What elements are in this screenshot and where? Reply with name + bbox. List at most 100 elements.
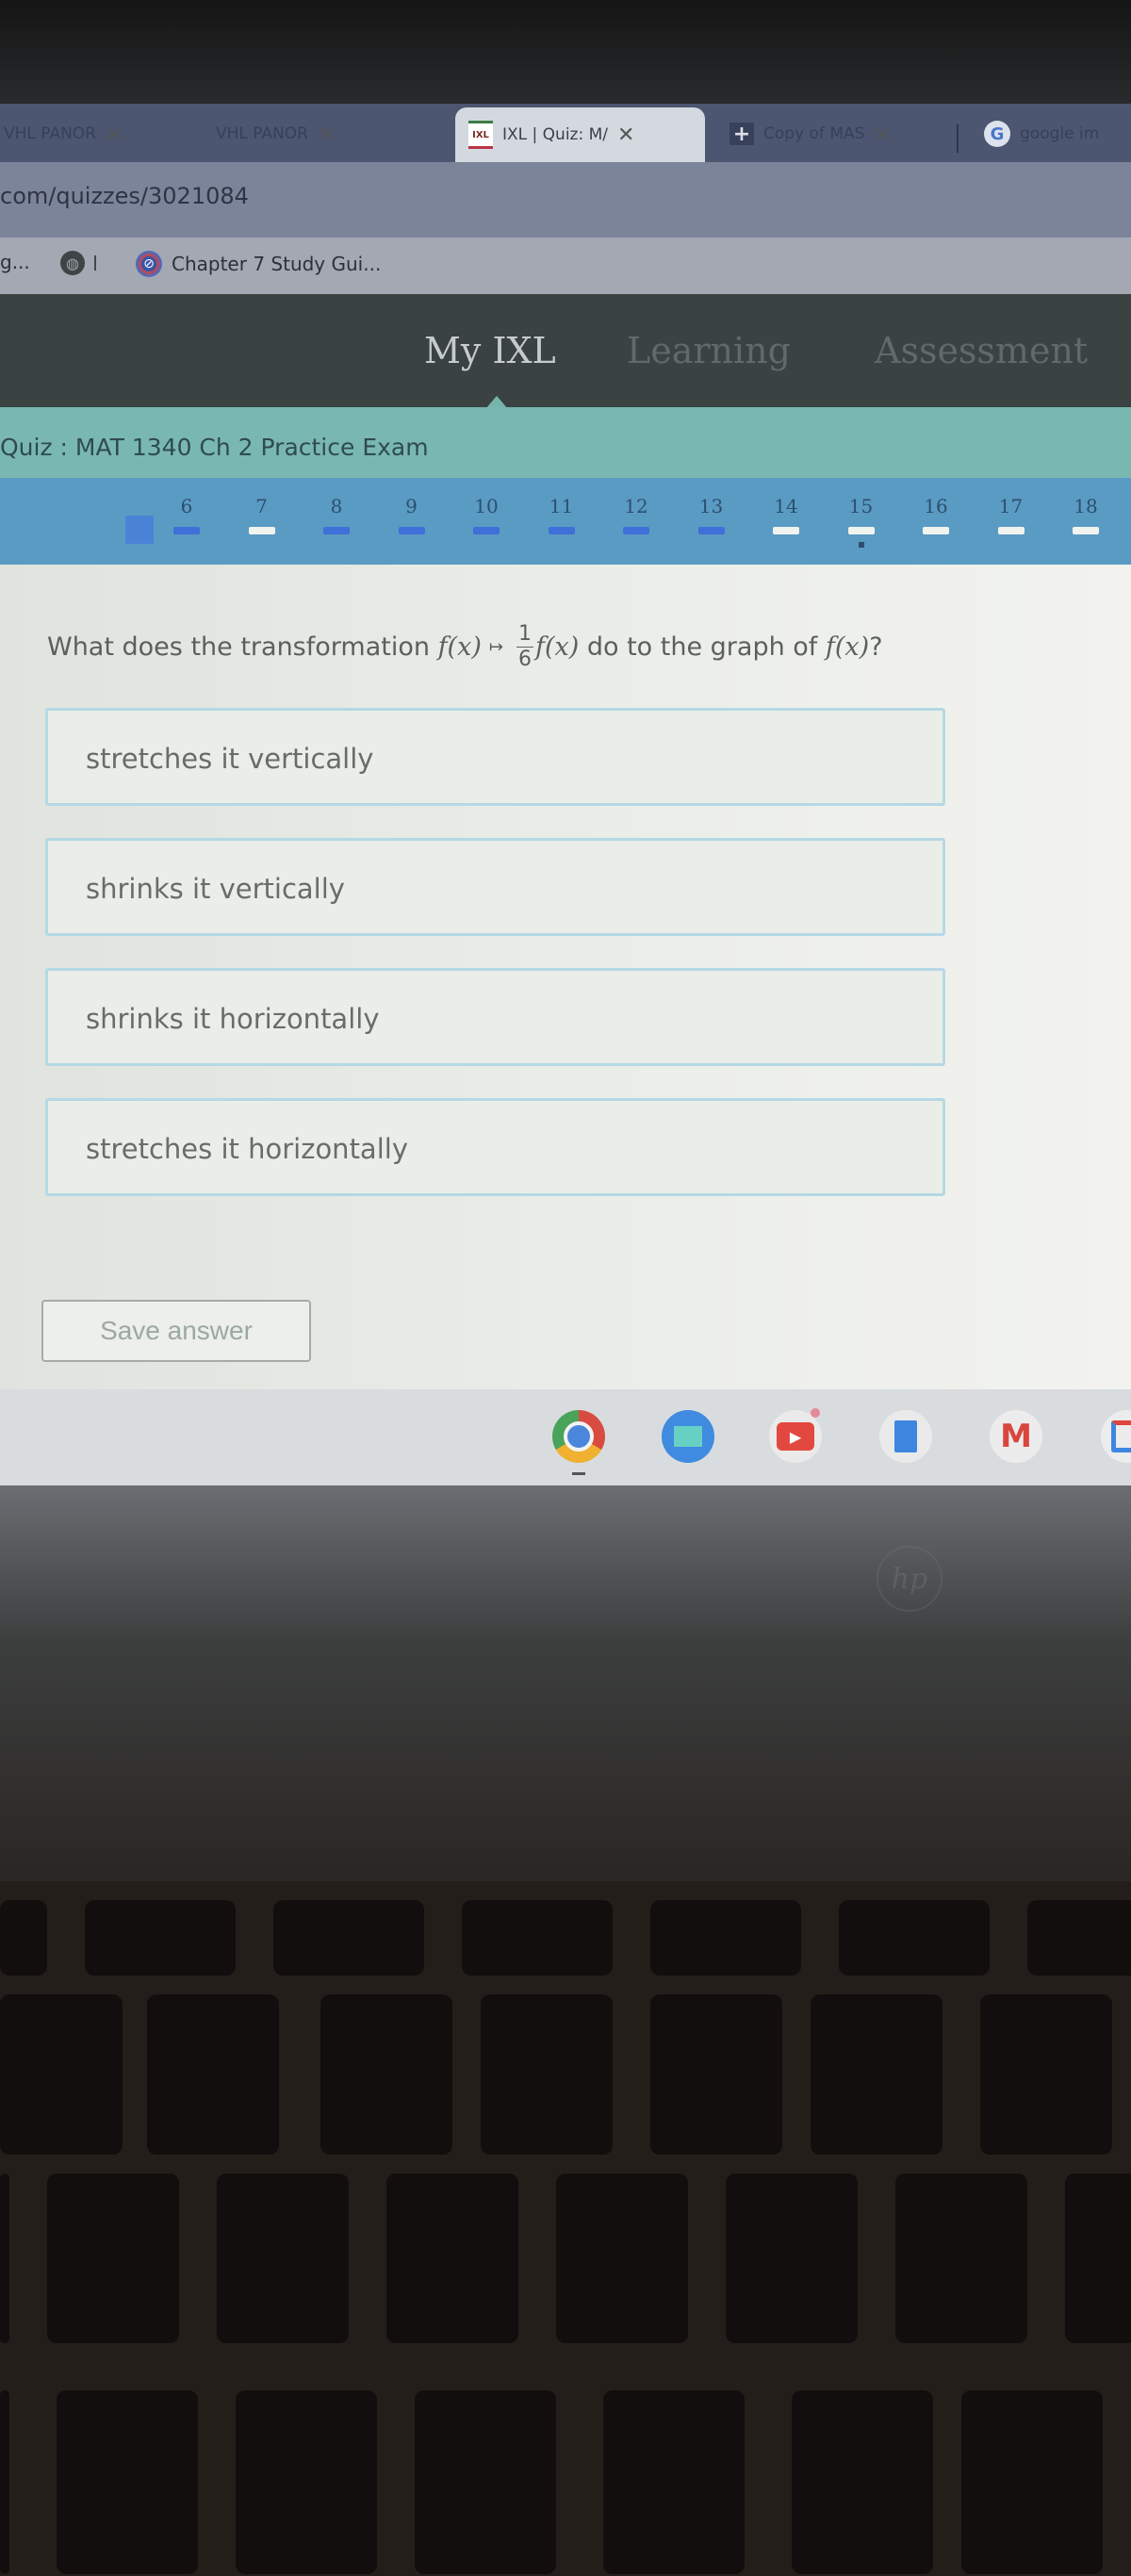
nav-my-ixl[interactable]: My IXL <box>424 330 556 371</box>
globe-icon: ◍ <box>60 251 85 275</box>
keyboard-key <box>895 2174 1027 2343</box>
ixl-header: My IXL Learning Assessment <box>0 294 1131 409</box>
keyboard-key <box>650 1900 801 1976</box>
question-nav-item-12[interactable]: 12 <box>613 495 660 534</box>
answer-choice-shrinks-vertically[interactable]: shrinks it vertically <box>45 838 945 936</box>
compass-icon: ⊘ <box>136 251 162 277</box>
question-nav-item-18[interactable]: 18 <box>1062 495 1109 534</box>
browser-tab-strip: VHL PANOR × VHL PANOR × IXL IXL | Quiz: … <box>0 104 1131 162</box>
keyboard-key <box>603 2390 745 2574</box>
question-number: 10 <box>474 495 499 517</box>
question-nav-item-10[interactable]: 10 <box>463 495 510 534</box>
bookmark-chapter-7[interactable]: ⊘ Chapter 7 Study Gui... <box>136 251 381 277</box>
question-status-bar <box>773 527 799 534</box>
close-icon[interactable]: × <box>874 123 891 146</box>
keyboard-key <box>85 1900 236 1976</box>
keyboard-key <box>415 2390 556 2574</box>
nav-assessment[interactable]: Assessment <box>875 330 1088 371</box>
tab-google[interactable]: G google im <box>971 111 1131 156</box>
running-indicator <box>572 1472 585 1475</box>
screen-bezel <box>0 0 1131 113</box>
docs-plus-icon: + <box>729 123 754 146</box>
math-fx: f(x) <box>437 632 482 662</box>
keyboard-key <box>147 1994 279 2155</box>
maps-to-symbol: ↦ <box>488 637 503 657</box>
question-status-bar <box>997 527 1024 534</box>
question-number: 8 <box>330 495 343 517</box>
calendar-icon[interactable] <box>1101 1410 1131 1463</box>
docs-icon[interactable] <box>879 1410 932 1463</box>
tab-vhl-1[interactable]: VHL PANOR × <box>0 111 193 156</box>
keyboard-key <box>47 2174 179 2343</box>
bookmarks-bar: g... ◍ ⊘ Chapter 7 Study Gui... <box>0 238 1131 294</box>
question-nav-item-14[interactable]: 14 <box>762 495 810 534</box>
ixl-icon: IXL <box>468 121 493 149</box>
keyboard-key <box>1027 1900 1131 1976</box>
address-bar[interactable]: com/quizzes/3021084 <box>0 162 1131 238</box>
answer-choice-stretches-vertically[interactable]: stretches it vertically <box>45 708 945 806</box>
question-nav-item-17[interactable]: 17 <box>988 495 1035 534</box>
gmail-icon[interactable]: M <box>990 1410 1042 1463</box>
url-text[interactable]: com/quizzes/3021084 <box>0 183 249 209</box>
keyboard-key <box>481 1994 613 2155</box>
keyboard-key <box>57 2390 198 2574</box>
keyboard-key <box>961 2390 1103 2574</box>
files-icon[interactable] <box>662 1410 714 1463</box>
math-fx-original: f(x) <box>825 632 870 662</box>
keyboard-key <box>839 1900 990 1976</box>
fraction-one-sixth: 1 6 <box>516 624 533 670</box>
question-text: What does the transformation f(x) ↦ 1 6 … <box>47 624 883 670</box>
keyboard-key <box>811 1994 942 2155</box>
question-number: 9 <box>405 495 418 517</box>
keyboard-key <box>217 2174 349 2343</box>
question-nav-item-13[interactable]: 13 <box>688 495 735 534</box>
choice-label: stretches it horizontally <box>86 1133 408 1165</box>
question-status-bar <box>1073 527 1099 534</box>
choice-label: stretches it vertically <box>86 743 374 775</box>
youtube-icon[interactable]: ▶ <box>769 1408 822 1463</box>
fraction-denominator: 6 <box>517 648 532 671</box>
tab-label: google im <box>1020 124 1100 143</box>
tab-vhl-2[interactable]: VHL PANOR × <box>203 111 448 156</box>
tab-label: VHL PANOR <box>4 124 96 143</box>
question-nav-item-6[interactable]: 6 <box>163 495 210 534</box>
save-answer-button[interactable]: Save answer <box>41 1300 311 1362</box>
question-nav-item-15[interactable]: 15 <box>838 495 885 548</box>
keyboard-key <box>792 2390 933 2574</box>
question-nav-item-8[interactable]: 8 <box>313 495 360 534</box>
question-number: 13 <box>698 495 724 517</box>
tab-ixl-quiz[interactable]: IXL IXL | Quiz: M/ ✕ <box>455 107 705 162</box>
question-status-bar <box>623 527 649 534</box>
keyboard-key <box>273 1900 424 1976</box>
bookmark-globe[interactable]: ◍ <box>60 251 96 275</box>
keyboard-key <box>980 1994 1112 2155</box>
google-icon: G <box>984 121 1010 147</box>
bookmark-separator <box>94 255 96 271</box>
keyboard <box>0 1881 1131 2576</box>
keyboard-key <box>320 1994 452 2155</box>
answer-choice-stretches-horizontally[interactable]: stretches it horizontally <box>45 1098 945 1196</box>
question-status-bar <box>398 527 425 534</box>
question-nav-previous[interactable] <box>125 516 154 544</box>
keyboard-key <box>650 1994 782 2155</box>
question-number: 14 <box>774 495 798 517</box>
tab-label: Copy of MAS <box>763 124 865 143</box>
question-nav-item-16[interactable]: 16 <box>912 495 959 534</box>
question-nav-item-7[interactable]: 7 <box>238 495 286 534</box>
question-nav-item-9[interactable]: 9 <box>388 495 435 534</box>
close-icon[interactable]: × <box>106 123 123 146</box>
chrome-icon[interactable] <box>552 1410 605 1463</box>
keyboard-key <box>462 1900 613 1976</box>
question-status-bar <box>323 527 350 534</box>
tab-copy-of-mas[interactable]: + Copy of MAS × <box>716 111 957 156</box>
keyboard-key <box>0 2174 9 2343</box>
question-nav-item-11[interactable]: 11 <box>538 495 585 534</box>
answer-choice-shrinks-horizontally[interactable]: shrinks it horizontally <box>45 968 945 1066</box>
bookmark-overflow[interactable]: g... <box>0 251 30 273</box>
math-fx-scaled: f(x) <box>534 632 580 662</box>
nav-learning[interactable]: Learning <box>627 330 791 371</box>
close-icon[interactable]: × <box>318 123 335 146</box>
close-icon[interactable]: ✕ <box>617 123 634 147</box>
keyboard-key <box>0 2390 9 2574</box>
question-number: 17 <box>998 495 1024 517</box>
